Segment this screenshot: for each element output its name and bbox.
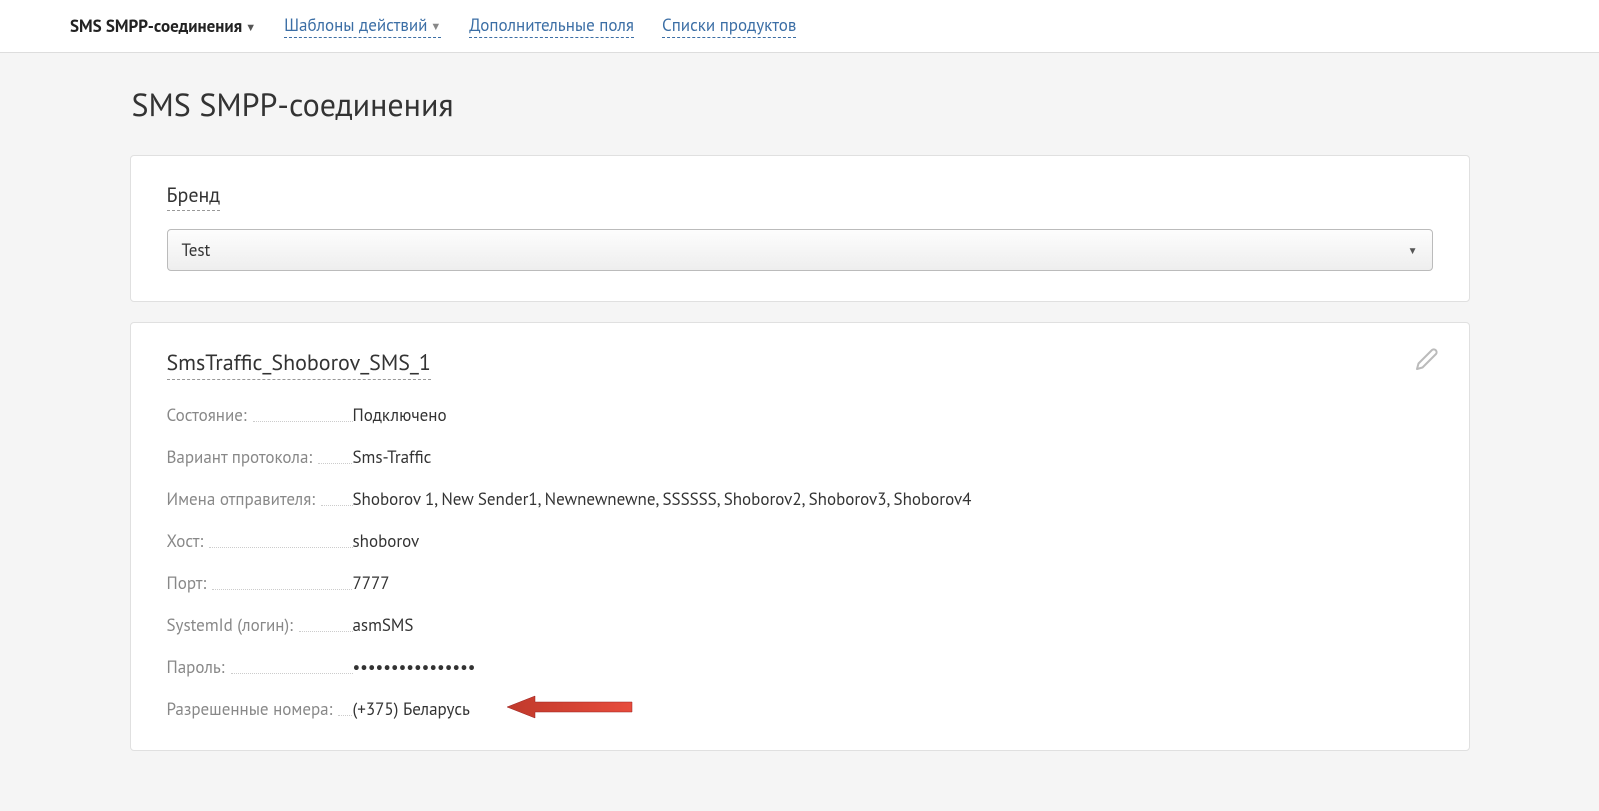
detail-value: Sms-Traffic [353,446,432,468]
detail-label: Состояние: [167,404,353,426]
detail-value: (+375) Беларусь [353,698,470,720]
detail-row: Порт: 7777 [167,572,1433,594]
detail-row: Имена отправителя: Shoborov 1, New Sende… [167,488,1433,510]
detail-row: Вариант протокола: Sms-Traffic [167,446,1433,468]
detail-row: Хост: shoborov [167,530,1433,552]
detail-label: SystemId (логин): [167,614,353,636]
detail-label: Вариант протокола: [167,446,353,468]
chevron-down-icon: ▼ [1408,244,1418,257]
detail-label: Хост: [167,530,353,552]
nav-item-product-lists[interactable]: Списки продуктов [662,14,796,38]
detail-value: shoborov [353,530,420,552]
detail-value: Shoborov 1, New Sender1, Newnewnewne, SS… [353,488,972,510]
connection-card: SmsTraffic_Shoborov_SMS_1 Состояние: Под… [130,322,1470,751]
detail-row: Состояние: Подключено [167,404,1433,426]
detail-label: Разрешенные номера: [167,698,353,720]
detail-label: Порт: [167,572,353,594]
detail-value: Подключено [353,404,447,426]
detail-value: •••••••••••••••• [353,656,476,678]
chevron-down-icon: ▼ [430,20,441,34]
detail-value: asmSMS [353,614,414,636]
brand-label: Бренд [167,182,221,211]
arrow-annotation-icon [507,692,637,727]
detail-label: Имена отправителя: [167,488,353,510]
page-title: SMS SMPP-соединения [130,83,1470,125]
nav-item-smpp[interactable]: SMS SMPP-соединения▼ [70,15,256,37]
brand-select-value: Test [182,239,211,261]
connection-title: SmsTraffic_Shoborov_SMS_1 [167,349,431,380]
nav-item-templates[interactable]: Шаблоны действий▼ [284,14,441,38]
detail-row: Разрешенные номера: (+375) Беларусь [167,698,1433,720]
brand-card: Бренд Test ▼ [130,155,1470,302]
edit-icon[interactable] [1415,347,1439,376]
brand-select[interactable]: Test ▼ [167,229,1433,271]
detail-row: Пароль: •••••••••••••••• [167,656,1433,678]
main-container: SMS SMPP-соединения Бренд Test ▼ SmsTraf… [130,53,1470,811]
brand-select-wrap: Test ▼ [167,229,1433,271]
chevron-down-icon: ▼ [245,21,256,35]
detail-row: SystemId (логин): asmSMS [167,614,1433,636]
nav-item-extra-fields[interactable]: Дополнительные поля [469,14,634,38]
detail-label: Пароль: [167,656,353,678]
detail-value: 7777 [353,572,390,594]
top-nav: SMS SMPP-соединения▼ Шаблоны действий▼ Д… [0,0,1599,53]
